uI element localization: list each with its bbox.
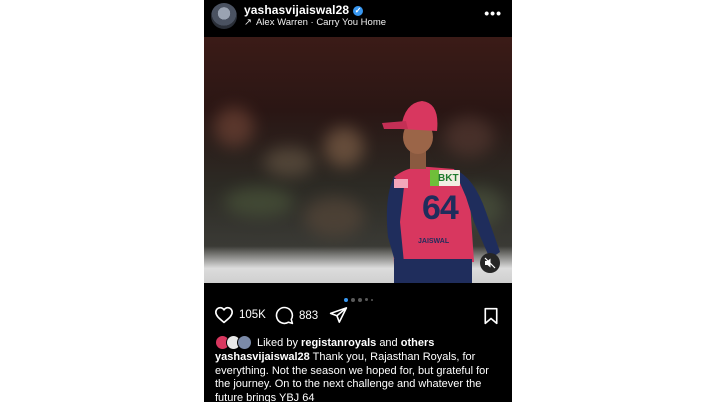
comment-icon xyxy=(275,306,294,325)
liked-by-others-link[interactable]: others xyxy=(401,337,435,349)
carousel-dot xyxy=(370,298,373,301)
comment-button[interactable]: 883 xyxy=(275,306,318,325)
cricketer-figure xyxy=(382,101,500,283)
jersey-name: JAISWAL xyxy=(418,238,450,245)
send-icon xyxy=(329,307,348,323)
post-caption: yashasvijaiswal28 Thank you, Rajasthan R… xyxy=(215,351,505,402)
post-photo[interactable]: BKT 64 JAISWAL xyxy=(204,37,512,283)
more-options-icon[interactable]: ••• xyxy=(484,5,502,21)
jersey-number: 64 xyxy=(422,189,459,227)
likes-count[interactable]: 105K xyxy=(239,309,266,321)
post-username[interactable]: yashasvijaiswal28 ✓ xyxy=(244,3,364,17)
arrow-up-right-icon: ↗ xyxy=(244,17,252,28)
liked-by-text: Liked by registanroyals and others xyxy=(257,337,434,349)
liker-avatar[interactable] xyxy=(237,335,252,350)
action-bar: 105K 883 xyxy=(204,303,512,329)
heart-icon xyxy=(214,306,234,324)
avatar[interactable] xyxy=(211,3,237,29)
carousel-dot xyxy=(364,298,368,302)
carousel-dot xyxy=(357,297,362,302)
username-text[interactable]: yashasvijaiswal28 xyxy=(244,3,349,17)
liked-by-and: and xyxy=(379,336,398,349)
save-button[interactable] xyxy=(483,307,499,330)
like-button[interactable]: 105K xyxy=(214,306,266,324)
share-button[interactable] xyxy=(329,306,348,324)
audio-muted-icon[interactable] xyxy=(480,253,500,273)
music-info[interactable]: ↗ Alex Warren · Carry You Home xyxy=(244,17,386,28)
instagram-post: yashasvijaiswal28 ✓ ↗ Alex Warren · Carry … xyxy=(204,0,512,402)
carousel-dot xyxy=(343,297,348,302)
post-header: yashasvijaiswal28 ✓ ↗ Alex Warren · Carry … xyxy=(204,0,512,36)
carousel-dot xyxy=(350,297,355,302)
jersey-sponsor: BKT xyxy=(438,173,459,184)
bookmark-icon xyxy=(484,307,498,325)
liked-by-prefix: Liked by xyxy=(257,336,298,349)
comments-count[interactable]: 883 xyxy=(299,310,318,322)
music-label[interactable]: Alex Warren · Carry You Home xyxy=(256,17,386,28)
caption-username[interactable]: yashasvijaiswal28 xyxy=(215,351,310,363)
liked-by-row: Liked by registanroyals and others xyxy=(215,335,434,350)
liked-by-user-link[interactable]: registanroyals xyxy=(301,337,376,349)
verified-badge-icon: ✓ xyxy=(353,6,364,16)
